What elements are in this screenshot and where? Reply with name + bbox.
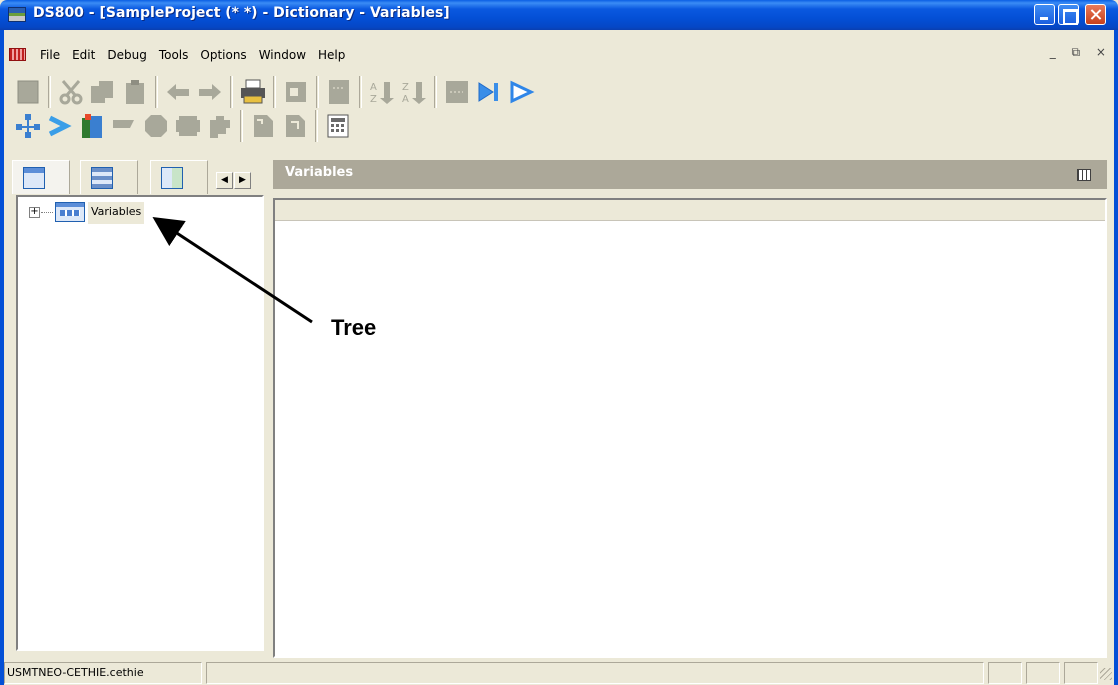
tree-expand-toggle[interactable]: + [29,207,40,218]
grid-icon[interactable] [1077,169,1091,181]
link-icon[interactable] [46,112,74,140]
window-title: DS800 - [SampleProject (* *) - Dictionar… [33,5,450,21]
resize-grip-icon[interactable] [1100,668,1112,680]
right-panel-title: Variables [285,165,354,180]
puzzle-icon[interactable] [206,112,234,140]
variables-grid[interactable] [273,198,1107,658]
menu-debug[interactable]: Debug [101,46,152,64]
menu-window[interactable]: Window [253,46,312,64]
grid-column-header[interactable] [275,200,1105,221]
redo-icon[interactable] [196,78,224,106]
tree-panel[interactable]: + Variables [16,195,264,651]
tab-variables[interactable] [12,160,70,194]
toolbar-separator [359,76,362,108]
paste-icon[interactable] [121,78,149,106]
tab-hardware[interactable] [80,160,138,194]
variables-icon[interactable] [55,202,85,222]
document-icon[interactable] [9,48,26,61]
sort-asc-icon[interactable]: AZ [368,78,396,106]
title-bar[interactable]: DS800 - [SampleProject (* *) - Dictionar… [0,0,1118,30]
window-frame-left [0,30,4,685]
tab-scroll-right-button[interactable]: ▶ [234,172,251,189]
status-pane-3 [1064,662,1098,684]
columns-icon[interactable] [325,78,353,106]
menu-edit[interactable]: Edit [66,46,101,64]
menu-file[interactable]: File [34,46,66,64]
sort-desc-icon[interactable]: ZA [400,78,428,106]
toolbar-separator [434,76,437,108]
mdi-controls[interactable]: _ ⧉ × [1050,45,1112,60]
variables-tab-icon [23,167,45,189]
program-tab-icon [161,167,183,189]
step-into-icon[interactable] [475,78,503,106]
tab-scroll-left-button[interactable]: ◀ [216,172,233,189]
status-user: USMTNEO-CETHIE.cethie [4,662,202,684]
status-main-pane [206,662,984,684]
calculator-icon[interactable] [324,112,352,140]
status-pane-1 [988,662,1022,684]
run-icon[interactable] [507,78,535,106]
find-icon[interactable] [282,78,310,106]
menu-help[interactable]: Help [312,46,351,64]
svg-text:A: A [370,82,377,93]
svg-text:Z: Z [402,82,409,93]
toolbar-separator [155,76,158,108]
toolbar-separator [315,110,318,142]
toolbar-separator [230,76,233,108]
file-new-icon[interactable] [249,112,277,140]
maximize-button[interactable] [1058,4,1079,25]
undo-icon[interactable] [164,78,192,106]
flag-icon[interactable] [110,112,138,140]
toolbar-separator [48,76,51,108]
menu-options[interactable]: Options [194,46,252,64]
save-icon[interactable] [14,78,42,106]
network-icon[interactable] [14,112,42,140]
cut-icon[interactable] [57,78,85,106]
tab-program[interactable] [150,160,208,194]
annotation-label: Tree [331,315,377,340]
field-icon[interactable] [443,78,471,106]
menu-bar: File Edit Debug Tools Options Window Hel… [34,46,351,64]
svg-text:A: A [402,94,409,105]
minimize-button[interactable] [1034,4,1055,25]
app-icon[interactable] [8,7,26,22]
book-icon[interactable] [78,112,106,140]
status-bar: USMTNEO-CETHIE.cethie [4,662,1114,684]
svg-text:Z: Z [370,94,377,105]
right-panel-header: Variables [273,160,1107,189]
tree-connector [41,212,53,213]
print-icon[interactable] [239,78,267,106]
menu-tools[interactable]: Tools [153,46,195,64]
file-open-icon[interactable] [281,112,309,140]
toolbar-separator [273,76,276,108]
project-toolbar [14,106,356,146]
toolbar-separator [316,76,319,108]
toolbar-separator [240,110,243,142]
window-frame-right [1114,30,1118,685]
stop-icon[interactable] [142,112,170,140]
tree-node-variables[interactable]: Variables [88,202,145,224]
copy-icon[interactable] [89,78,117,106]
status-pane-2 [1026,662,1060,684]
close-button[interactable] [1085,4,1106,25]
hardware-tab-icon [91,167,113,189]
box-icon[interactable] [174,112,202,140]
